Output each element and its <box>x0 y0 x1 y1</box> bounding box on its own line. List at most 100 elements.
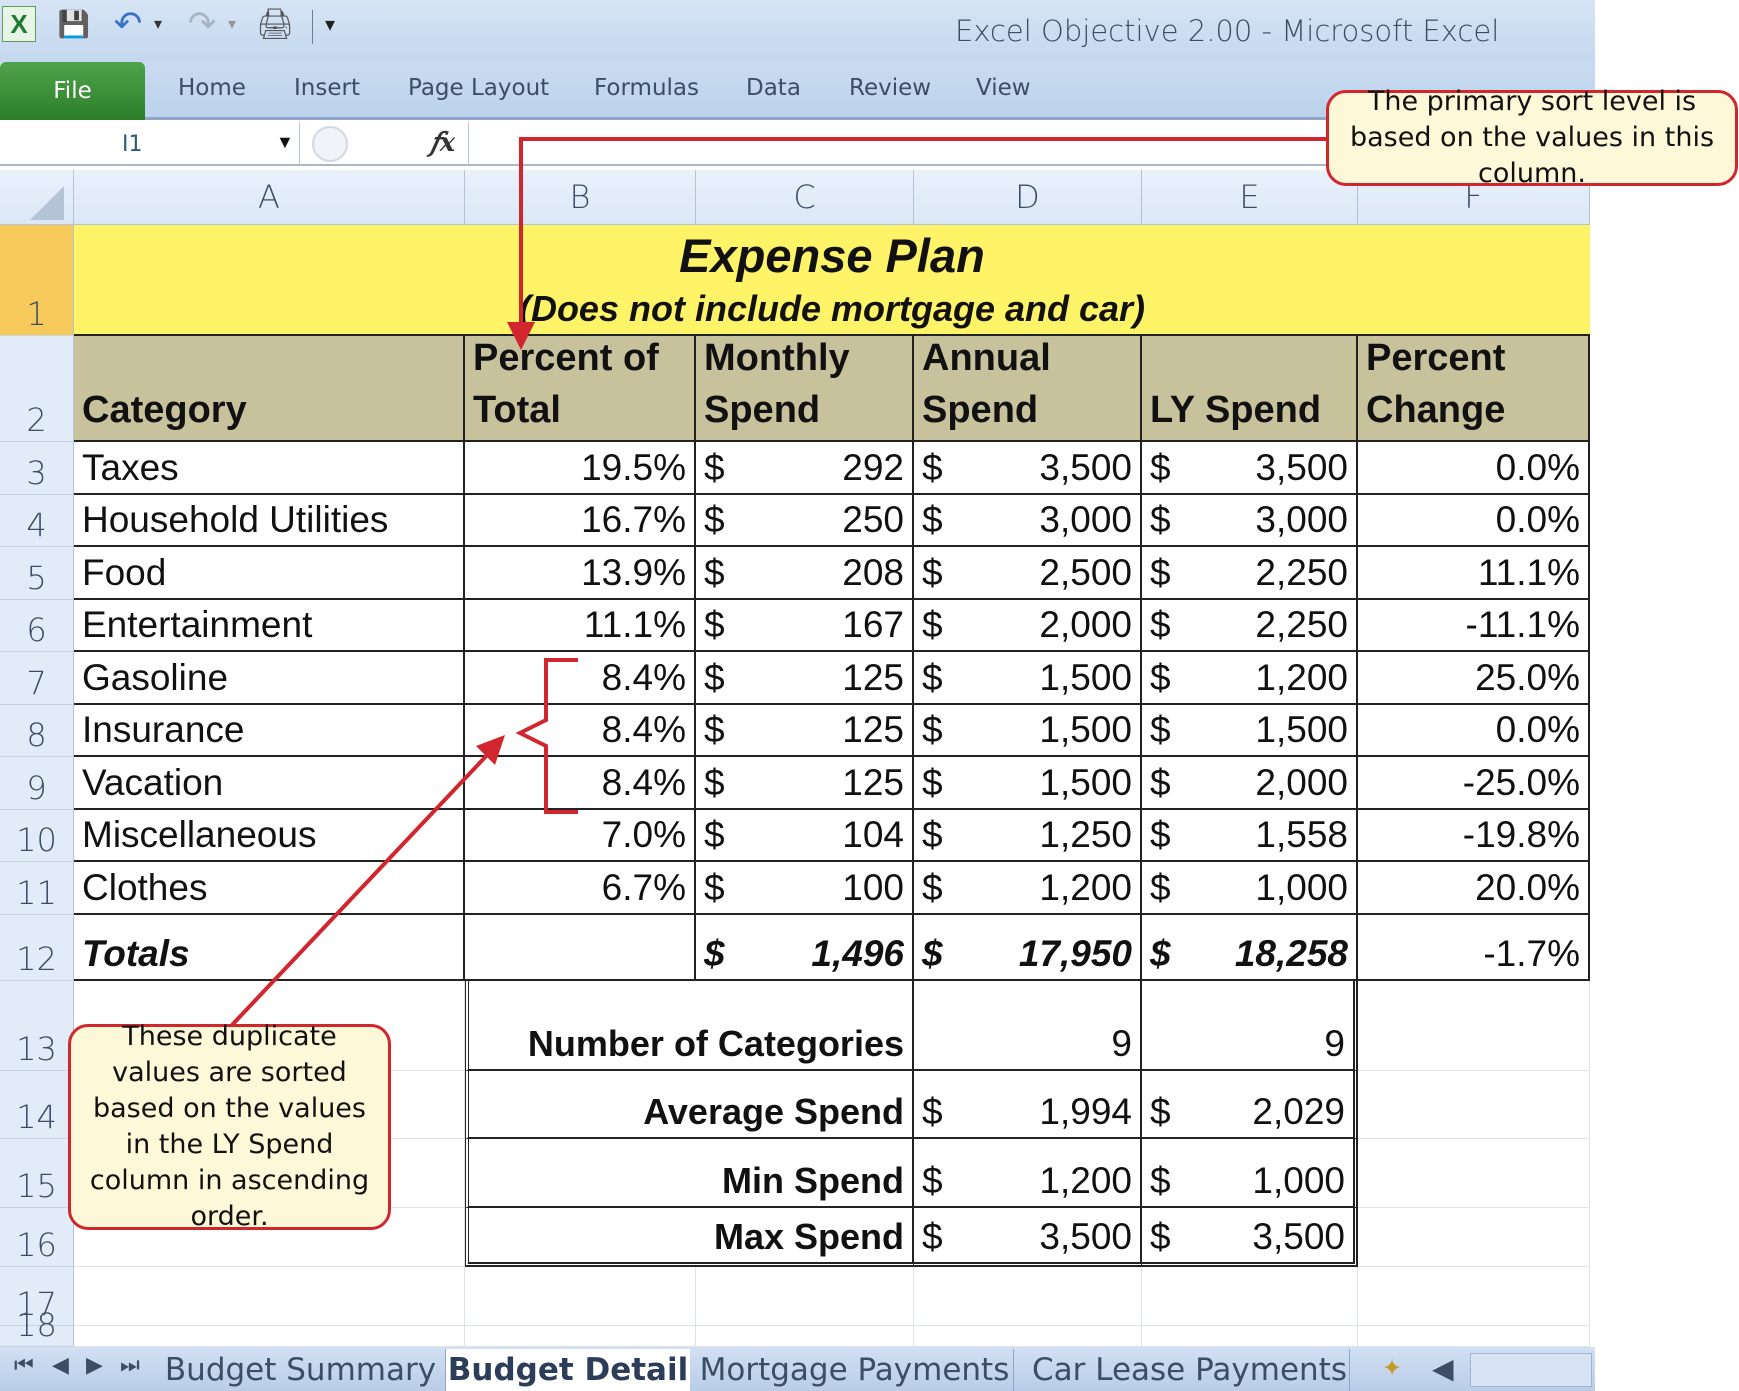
cell-totals-label[interactable]: Totals <box>74 915 465 981</box>
cell-annual-spend[interactable]: $1,500 <box>914 705 1142 757</box>
undo-dropdown-icon[interactable]: ▾ <box>148 6 168 42</box>
empty-cell[interactable] <box>1358 1267 1590 1326</box>
tab-formulas[interactable]: Formulas <box>594 75 699 101</box>
cell-ly-spend[interactable]: $3,000 <box>1142 495 1358 547</box>
horizontal-scrollbar[interactable] <box>1470 1353 1592 1387</box>
cell-ly-spend[interactable]: $1,000 <box>1142 862 1358 915</box>
cell-stat-annual[interactable]: $3,500 <box>914 1208 1142 1267</box>
select-all-corner[interactable] <box>0 170 74 225</box>
tab-insert[interactable]: Insert <box>294 75 360 101</box>
cell-monthly-spend[interactable]: $125 <box>696 652 914 705</box>
empty-cell[interactable] <box>696 1267 914 1326</box>
row-header-5[interactable]: 5 <box>0 547 74 600</box>
cell-annual-spend[interactable]: $2,000 <box>914 600 1142 652</box>
cell-percent-change[interactable]: -19.8% <box>1358 810 1590 862</box>
empty-cell[interactable] <box>74 1267 465 1326</box>
cell-percent-change[interactable]: 0.0% <box>1358 705 1590 757</box>
cell-category[interactable]: Entertainment <box>74 600 465 652</box>
cell-annual-spend[interactable]: $1,500 <box>914 757 1142 810</box>
cell-monthly-spend[interactable]: $250 <box>696 495 914 547</box>
row-header-18[interactable]: 18 <box>0 1306 74 1347</box>
cell-ly-spend[interactable]: $1,200 <box>1142 652 1358 705</box>
first-sheet-icon[interactable]: ⏮ <box>14 1352 34 1378</box>
cell-category[interactable]: Food <box>74 547 465 600</box>
row-header-7[interactable]: 7 <box>0 652 74 705</box>
header-annual-spend[interactable]: Annual Spend <box>914 336 1142 442</box>
cell-stat-ly[interactable]: $2,029 <box>1142 1071 1358 1139</box>
header-percent-of-total[interactable]: Percent of Total <box>465 336 696 442</box>
cell-ly-spend[interactable]: $2,250 <box>1142 600 1358 652</box>
cell-percent-of-total[interactable]: 8.4% <box>465 652 696 705</box>
cell-total-annual[interactable]: $17,950 <box>914 915 1142 981</box>
cell-ly-spend[interactable]: $3,500 <box>1142 442 1358 495</box>
cell-percent-of-total[interactable]: 11.1% <box>465 600 696 652</box>
empty-cell[interactable] <box>74 1326 465 1347</box>
header-category[interactable]: Category <box>74 336 465 442</box>
empty-cell[interactable] <box>1358 981 1590 1071</box>
cell-category[interactable]: Insurance <box>74 705 465 757</box>
empty-cell[interactable] <box>914 1267 1142 1326</box>
insert-worksheet-icon[interactable]: ✦ <box>1382 1354 1402 1383</box>
cell-totals-blank[interactable] <box>465 915 696 981</box>
prev-sheet-icon[interactable]: ◀ <box>52 1352 69 1378</box>
redo-icon[interactable]: ↷ <box>182 5 222 43</box>
empty-cell[interactable] <box>696 1326 914 1347</box>
header-monthly-spend[interactable]: Monthly Spend <box>696 336 914 442</box>
tab-review[interactable]: Review <box>849 75 931 101</box>
customize-qat-icon[interactable]: ▾ <box>318 6 342 42</box>
empty-cell[interactable] <box>1142 1326 1358 1347</box>
cell-stat-label[interactable]: Max Spend <box>465 1208 914 1267</box>
row-header-15[interactable]: 15 <box>0 1139 74 1208</box>
empty-cell[interactable] <box>914 1326 1142 1347</box>
cell-percent-of-total[interactable]: 8.4% <box>465 757 696 810</box>
empty-cell[interactable] <box>1358 1071 1590 1139</box>
tab-home[interactable]: Home <box>178 75 246 101</box>
print-preview-icon[interactable]: 🖨 <box>252 6 298 42</box>
cell-stat-annual[interactable]: 9 <box>914 981 1142 1071</box>
row-header-3[interactable]: 3 <box>0 442 74 495</box>
cell-monthly-spend[interactable]: $125 <box>696 705 914 757</box>
cell-total-ly[interactable]: $18,258 <box>1142 915 1358 981</box>
redo-dropdown-icon[interactable]: ▾ <box>222 6 242 42</box>
cell-percent-change[interactable]: -25.0% <box>1358 757 1590 810</box>
next-sheet-icon[interactable]: ▶ <box>86 1352 103 1378</box>
sheet-tab-budget-summary[interactable]: Budget Summary <box>156 1349 446 1391</box>
empty-cell[interactable] <box>1142 1267 1358 1326</box>
row-header-14[interactable]: 14 <box>0 1071 74 1139</box>
cell-category[interactable]: Clothes <box>74 862 465 915</box>
row-header-12[interactable]: 12 <box>0 915 74 981</box>
formula-expand-handle[interactable] <box>312 126 348 162</box>
row-header-13[interactable]: 13 <box>0 981 74 1071</box>
cell-monthly-spend[interactable]: $167 <box>696 600 914 652</box>
cell-monthly-spend[interactable]: $100 <box>696 862 914 915</box>
tab-file[interactable]: File <box>0 62 145 120</box>
cell-category[interactable]: Gasoline <box>74 652 465 705</box>
name-box-dropdown-icon[interactable]: ▼ <box>276 132 294 153</box>
cell-annual-spend[interactable]: $1,500 <box>914 652 1142 705</box>
cell-percent-change[interactable]: -11.1% <box>1358 600 1590 652</box>
cell-ly-spend[interactable]: $1,500 <box>1142 705 1358 757</box>
empty-cell[interactable] <box>465 1267 696 1326</box>
cell-percent-change[interactable]: 20.0% <box>1358 862 1590 915</box>
cell-monthly-spend[interactable]: $125 <box>696 757 914 810</box>
tab-view[interactable]: View <box>976 75 1031 101</box>
cell-stat-annual[interactable]: $1,994 <box>914 1071 1142 1139</box>
cell-percent-of-total[interactable]: 7.0% <box>465 810 696 862</box>
cell-percent-of-total[interactable]: 16.7% <box>465 495 696 547</box>
column-header-a[interactable]: A <box>74 170 465 225</box>
cell-annual-spend[interactable]: $1,250 <box>914 810 1142 862</box>
cell-category[interactable]: Household Utilities <box>74 495 465 547</box>
row-header-16[interactable]: 16 <box>0 1208 74 1267</box>
cell-stat-ly[interactable]: $3,500 <box>1142 1208 1358 1267</box>
cell-monthly-spend[interactable]: $292 <box>696 442 914 495</box>
column-header-d[interactable]: D <box>914 170 1142 225</box>
row-header-2[interactable]: 2 <box>0 336 74 442</box>
cell-total-monthly[interactable]: $1,496 <box>696 915 914 981</box>
excel-logo-icon[interactable]: X <box>2 6 36 42</box>
cell-stat-ly[interactable]: 9 <box>1142 981 1358 1071</box>
row-header-11[interactable]: 11 <box>0 862 74 915</box>
cell-annual-spend[interactable]: $2,500 <box>914 547 1142 600</box>
cell-category[interactable]: Taxes <box>74 442 465 495</box>
scroll-left-icon[interactable]: ◀ <box>1432 1352 1454 1385</box>
header-percent-change[interactable]: Percent Change <box>1358 336 1590 442</box>
